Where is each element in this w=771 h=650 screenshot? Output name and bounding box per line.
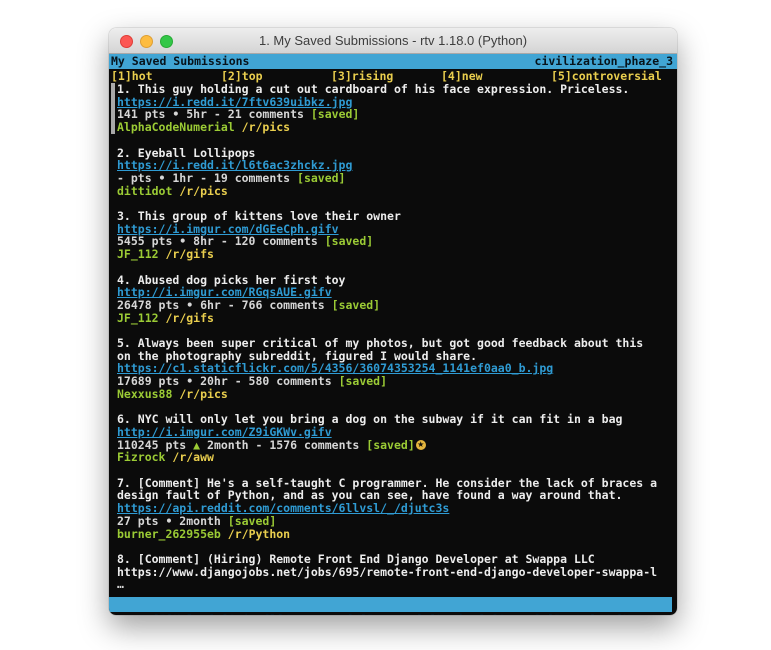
truncation-ellipsis: …	[117, 578, 675, 591]
gilded-star-icon: ★	[416, 440, 426, 450]
author-name[interactable]: AlphaCodeNumerial	[117, 120, 235, 134]
subreddit-link[interactable]: /r/Python	[228, 527, 290, 541]
submission-item[interactable]: 2. Eyeball Lollipopshttps://i.redd.it/l6…	[111, 147, 675, 198]
author-name[interactable]: Fizrock	[117, 450, 165, 464]
saved-badge: [saved]	[339, 374, 387, 388]
app-window: 1. My Saved Submissions - rtv 1.18.0 (Py…	[109, 28, 677, 615]
byline-spacer	[221, 527, 228, 541]
star-glyph: ★	[416, 440, 426, 450]
submission-title: 1. This guy holding a cut out cardboard …	[117, 83, 675, 96]
submission-item[interactable]: 6. NYC will only let you bring a dog on …	[111, 413, 675, 464]
close-button[interactable]	[120, 35, 133, 48]
submission-title: 3. This group of kittens love their owne…	[117, 210, 675, 223]
submission-byline: AlphaCodeNumerial /r/pics	[117, 121, 675, 134]
submission-item[interactable]: 3. This group of kittens love their owne…	[111, 210, 675, 261]
subreddit-link[interactable]: /r/gifs	[165, 247, 213, 261]
submission-byline: JF_112 /r/gifs	[117, 248, 675, 261]
submission-byline: dittidot /r/pics	[117, 185, 675, 198]
order-bar: [1]hot [2]top [3]rising [4]new [5]controvers…	[109, 69, 677, 83]
subreddit-link[interactable]: /r/pics	[179, 184, 227, 198]
author-name[interactable]: dittidot	[117, 184, 172, 198]
submission-byline: Nexxus88 /r/pics	[117, 388, 675, 401]
order-tab-controversial[interactable]: [5]controversial	[551, 69, 662, 83]
saved-badge: [saved]	[325, 234, 373, 248]
saved-badge: [saved]	[311, 107, 359, 121]
minimize-button[interactable]	[140, 35, 153, 48]
submission-url: https://www.djangojobs.net/jobs/695/remo…	[117, 566, 675, 579]
submission-byline: JF_112 /r/gifs	[117, 312, 675, 325]
submission-item[interactable]: 4. Abused dog picks her first toyhttp://…	[111, 274, 675, 325]
saved-badge: [saved]	[366, 438, 414, 452]
selection-cursor	[111, 83, 115, 134]
saved-badge: [saved]	[297, 171, 345, 185]
subreddit-link[interactable]: /r/pics	[242, 120, 290, 134]
logged-in-username: civilization_phaze_3	[535, 54, 673, 69]
submission-title: 8. [Comment] (Hiring) Remote Front End D…	[117, 553, 675, 566]
stats-text: 2month - 1576 comments	[200, 438, 366, 452]
submission-item[interactable]: 8. [Comment] (Hiring) Remote Front End D…	[111, 553, 675, 591]
saved-badge: [saved]	[332, 298, 380, 312]
terminal: My Saved Submissions civilization_phaze_…	[109, 54, 677, 615]
titlebar[interactable]: 1. My Saved Submissions - rtv 1.18.0 (Py…	[109, 28, 677, 54]
submission-byline: Fizrock /r/aww	[117, 451, 675, 464]
keyboard-shortcuts-help: [?]Help [q]Quit [l]Comments [/]Prompt [u…	[153, 612, 652, 615]
submission-title: 6. NYC will only let you bring a dog on …	[117, 413, 675, 426]
order-tab-top[interactable]: [2]top	[221, 69, 263, 83]
footer-bar: [?]Help [q]Quit [l]Comments [/]Prompt [u…	[109, 597, 672, 612]
subreddit-link[interactable]: /r/pics	[179, 387, 227, 401]
page-title: My Saved Submissions	[111, 54, 249, 69]
submission-byline: burner_262955eb /r/Python	[117, 528, 675, 541]
subreddit-link[interactable]: /r/aww	[172, 450, 214, 464]
order-tab-new[interactable]: [4]new	[441, 69, 483, 83]
byline-spacer	[235, 120, 242, 134]
zoom-button[interactable]	[160, 35, 173, 48]
author-name[interactable]: burner_262955eb	[117, 527, 221, 541]
submission-item[interactable]: 1. This guy holding a cut out cardboard …	[111, 83, 675, 134]
author-name[interactable]: JF_112	[117, 247, 159, 261]
subreddit-link[interactable]: /r/gifs	[165, 311, 213, 325]
submission-item[interactable]: 7. [Comment] He's a self-taught C progra…	[111, 477, 675, 541]
order-tab-hot[interactable]: [1]hot	[111, 69, 153, 83]
author-name[interactable]: Nexxus88	[117, 387, 172, 401]
order-tab-rising[interactable]: [3]rising	[331, 69, 393, 83]
submission-item[interactable]: 5. Always been super critical of my phot…	[111, 337, 675, 401]
window-title: 1. My Saved Submissions - rtv 1.18.0 (Py…	[109, 28, 677, 53]
author-name[interactable]: JF_112	[117, 311, 159, 325]
submission-list: 1. This guy holding a cut out cardboard …	[111, 83, 675, 595]
submission-title: 5. Always been super critical of my phot…	[117, 337, 675, 350]
header-bar: My Saved Submissions civilization_phaze_…	[109, 54, 677, 69]
traffic-lights	[120, 35, 173, 48]
